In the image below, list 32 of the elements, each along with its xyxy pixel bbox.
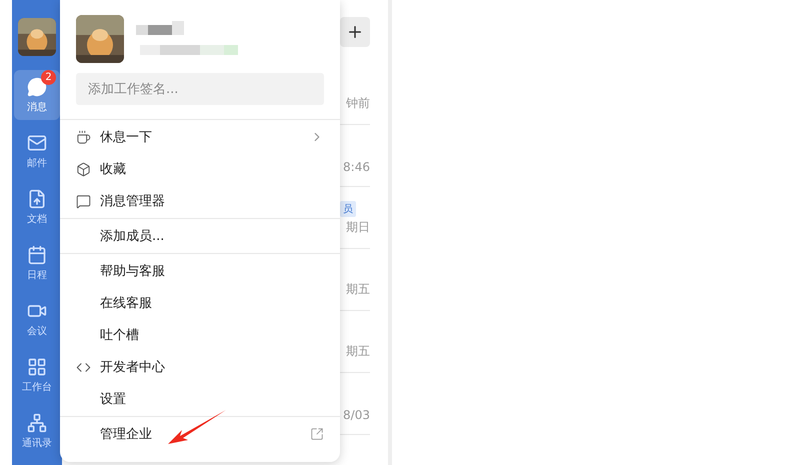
mail-icon (27, 132, 47, 152)
menu-item[interactable]: 管理企业 (60, 418, 340, 450)
menu-item[interactable]: 开发者中心 (60, 351, 340, 383)
org-chart-icon (27, 412, 47, 432)
cube-icon (76, 162, 91, 176)
menu-item[interactable]: 添加成员... (60, 220, 340, 252)
message-time: 8/03 (343, 408, 370, 422)
menu-item[interactable]: 消息管理器 (60, 185, 340, 217)
message-time: 期日 (346, 219, 370, 236)
menu-item[interactable]: 帮助与客服 (60, 255, 340, 287)
message-time: 钟前 (346, 95, 370, 112)
calendar-icon (27, 244, 47, 264)
external-link-icon (310, 427, 324, 441)
message-box-icon (76, 194, 91, 208)
message-time: 期五 (346, 343, 370, 360)
grid-icon (27, 356, 47, 376)
chat-bubble-icon (27, 76, 47, 96)
document-icon (27, 188, 47, 208)
annotation-arrow (166, 408, 228, 446)
cup-icon (76, 130, 91, 144)
message-time: 期五 (346, 281, 370, 298)
menu-item[interactable]: 吐个槽 (60, 319, 340, 351)
sidebar-item[interactable]: 消息 2 (14, 70, 60, 120)
menu-item[interactable]: 休息一下 (60, 121, 340, 153)
menu-item[interactable]: 收藏 (60, 153, 340, 185)
tag: 员 (340, 201, 356, 217)
add-button[interactable] (340, 16, 370, 46)
message-time: 8:46 (343, 160, 370, 174)
menu-item[interactable]: 设置 (60, 383, 340, 415)
menu-item[interactable]: 在线客服 (60, 287, 340, 319)
unread-badge: 2 (41, 70, 56, 85)
signature-field[interactable]: 添加工作签名... (76, 73, 324, 105)
